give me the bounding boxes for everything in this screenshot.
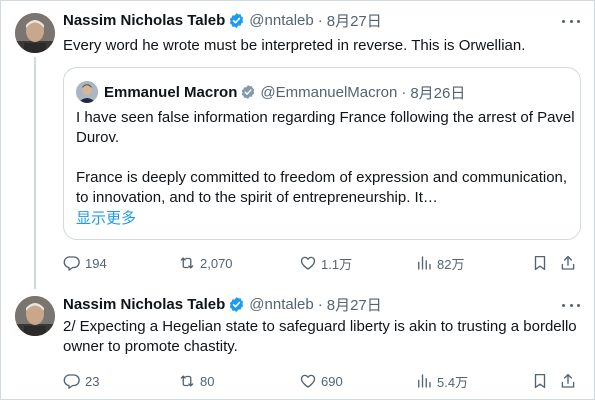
quoted-tweet[interactable]: Emmanuel Macron @EmmanuelMacron · 8月26日 … <box>63 67 581 240</box>
like-button[interactable]: 1.1万 <box>299 252 352 274</box>
reply-button[interactable]: 23 <box>63 370 99 392</box>
like-button[interactable]: 690 <box>299 370 343 392</box>
verified-badge-icon <box>242 85 255 99</box>
more-icon[interactable] <box>562 297 580 313</box>
more-icon[interactable] <box>562 13 580 29</box>
tweet-text: 2/ Expecting a Hegelian state to safegua… <box>63 318 577 355</box>
quote-timestamp: 8月26日 <box>410 84 466 102</box>
quote-author-handle: @EmmanuelMacron <box>260 83 398 101</box>
avatar[interactable] <box>15 13 55 53</box>
share-button[interactable] <box>559 370 577 392</box>
quote-paragraph: France is deeply committed to freedom of… <box>76 169 568 206</box>
timestamp[interactable]: 8月27日 <box>327 10 382 31</box>
retweet-count: 80 <box>200 373 215 389</box>
tweet-header: Nassim Nicholas Taleb @nntaleb · 8月27日 <box>63 10 382 30</box>
reply-icon <box>63 256 80 271</box>
author-name[interactable]: Nassim Nicholas Taleb <box>63 296 225 313</box>
tweet-header: Nassim Nicholas Taleb @nntaleb · 8月27日 <box>63 294 382 314</box>
verified-badge-icon <box>230 296 244 312</box>
bookmark-button[interactable] <box>531 370 549 392</box>
bookmark-icon <box>534 373 546 389</box>
like-icon <box>300 374 316 388</box>
tweet[interactable]: Nassim Nicholas Taleb @nntaleb · 8月27日 E… <box>1 1 595 289</box>
verified-badge-icon <box>230 12 244 28</box>
retweet-count: 2,070 <box>200 255 233 271</box>
avatar[interactable] <box>15 296 55 336</box>
views-button[interactable]: 5.4万 <box>415 370 468 392</box>
action-bar: 23 80 690 5.4万 <box>63 370 582 392</box>
like-icon <box>300 256 316 270</box>
like-count: 690 <box>321 373 343 389</box>
tweet[interactable]: Nassim Nicholas Taleb @nntaleb · 8月27日 2… <box>1 286 595 400</box>
author-name[interactable]: Nassim Nicholas Taleb <box>63 12 225 29</box>
views-button[interactable]: 82万 <box>415 252 464 274</box>
retweet-icon <box>180 257 194 269</box>
reply-button[interactable]: 194 <box>63 252 107 274</box>
share-icon <box>561 255 575 270</box>
retweet-button[interactable]: 80 <box>178 370 214 392</box>
bookmark-button[interactable] <box>531 252 549 274</box>
quote-text: I have seen false information regarding … <box>76 108 576 208</box>
bookmark-icon <box>534 255 546 271</box>
separator: · <box>317 295 323 313</box>
timeline: Nassim Nicholas Taleb @nntaleb · 8月27日 E… <box>0 0 595 400</box>
share-button[interactable] <box>559 252 577 274</box>
views-count: 5.4万 <box>437 374 469 390</box>
retweet-button[interactable]: 2,070 <box>178 252 233 274</box>
thread-connector <box>34 57 36 289</box>
views-icon <box>418 374 431 388</box>
avatar <box>76 81 98 103</box>
separator: · <box>317 11 323 29</box>
quote-paragraph: I have seen false information regarding … <box>76 109 575 146</box>
tweet-text: Every word he wrote must be interpreted … <box>63 37 526 54</box>
reply-icon <box>63 374 80 389</box>
views-icon <box>418 256 431 270</box>
like-count: 1.1万 <box>321 256 353 272</box>
quote-header: Emmanuel Macron @EmmanuelMacron · 8月26日 <box>104 81 465 103</box>
retweet-icon <box>180 375 194 387</box>
share-icon <box>561 373 575 388</box>
reply-count: 23 <box>85 373 100 389</box>
timestamp[interactable]: 8月27日 <box>327 294 382 315</box>
views-count: 82万 <box>437 256 465 272</box>
show-more-link[interactable]: 显示更多 <box>76 207 136 228</box>
reply-count: 194 <box>85 255 107 271</box>
action-bar: 194 2,070 1.1万 82万 <box>63 252 582 274</box>
separator: · <box>401 83 407 101</box>
author-handle[interactable]: @nntaleb <box>249 296 313 313</box>
quote-author-name: Emmanuel Macron <box>104 83 238 101</box>
author-handle[interactable]: @nntaleb <box>249 12 313 29</box>
